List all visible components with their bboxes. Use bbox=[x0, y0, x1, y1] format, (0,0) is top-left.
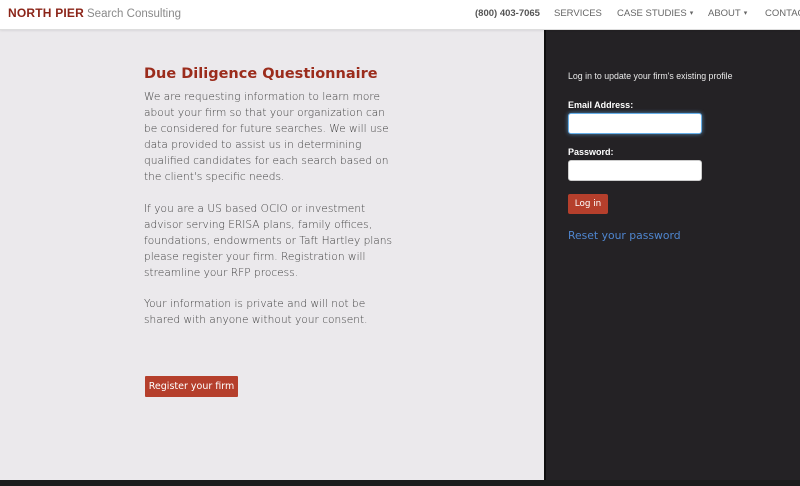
login-sidebar: Log in to update your firm's existing pr… bbox=[544, 30, 800, 480]
nav-item-about[interactable]: ABOUT ▾ bbox=[708, 8, 747, 20]
nav-item-about-label: ABOUT bbox=[708, 8, 741, 19]
nav-item-case-studies[interactable]: CASE STUDIES ▾ bbox=[617, 8, 693, 20]
privacy-paragraph: Your information is private and will not… bbox=[144, 298, 368, 326]
brand-tagline: Search Consulting bbox=[87, 8, 181, 20]
chevron-down-icon: ▾ bbox=[689, 10, 694, 17]
register-firm-button[interactable]: Register your firm bbox=[145, 376, 238, 397]
nav-phone-number[interactable]: (800) 403-7065 bbox=[475, 8, 540, 20]
chevron-down-icon: ▾ bbox=[743, 10, 748, 17]
page-title: Due Diligence Questionnaire bbox=[144, 66, 378, 82]
brand-logo[interactable]: NORTH PIER Search Consulting bbox=[8, 6, 181, 22]
eligibility-paragraph: If you are a US based OCIO or investment… bbox=[144, 203, 393, 279]
nav-item-services[interactable]: SERVICES bbox=[554, 8, 602, 20]
password-field[interactable] bbox=[568, 160, 702, 181]
nav-item-services-label: SERVICES bbox=[554, 8, 602, 19]
nav-item-case-studies-label: CASE STUDIES bbox=[617, 8, 687, 19]
phone-label: (800) 403-7065 bbox=[475, 8, 540, 19]
intro-paragraph: We are requesting information to learn m… bbox=[144, 91, 389, 183]
questionnaire-intro: Due Diligence Questionnaire We are reque… bbox=[144, 65, 400, 326]
email-field[interactable] bbox=[568, 113, 702, 134]
main-content-area: Due Diligence Questionnaire We are reque… bbox=[0, 30, 544, 480]
password-label: Password: bbox=[568, 147, 614, 157]
email-label: Email Address: bbox=[568, 100, 634, 110]
top-navbar: NORTH PIER Search Consulting (800) 403-70… bbox=[0, 0, 800, 30]
nav-item-contact-label: CONTACT bbox=[765, 8, 800, 19]
nav-item-contact[interactable]: CONTACT bbox=[765, 8, 800, 20]
bottom-edge bbox=[0, 480, 800, 486]
reset-password-link[interactable]: Reset your password bbox=[568, 229, 681, 242]
login-intro-text: Log in to update your firm's existing pr… bbox=[568, 71, 733, 81]
brand-name: NORTH PIER bbox=[8, 6, 85, 20]
login-button[interactable]: Log in bbox=[568, 194, 608, 214]
